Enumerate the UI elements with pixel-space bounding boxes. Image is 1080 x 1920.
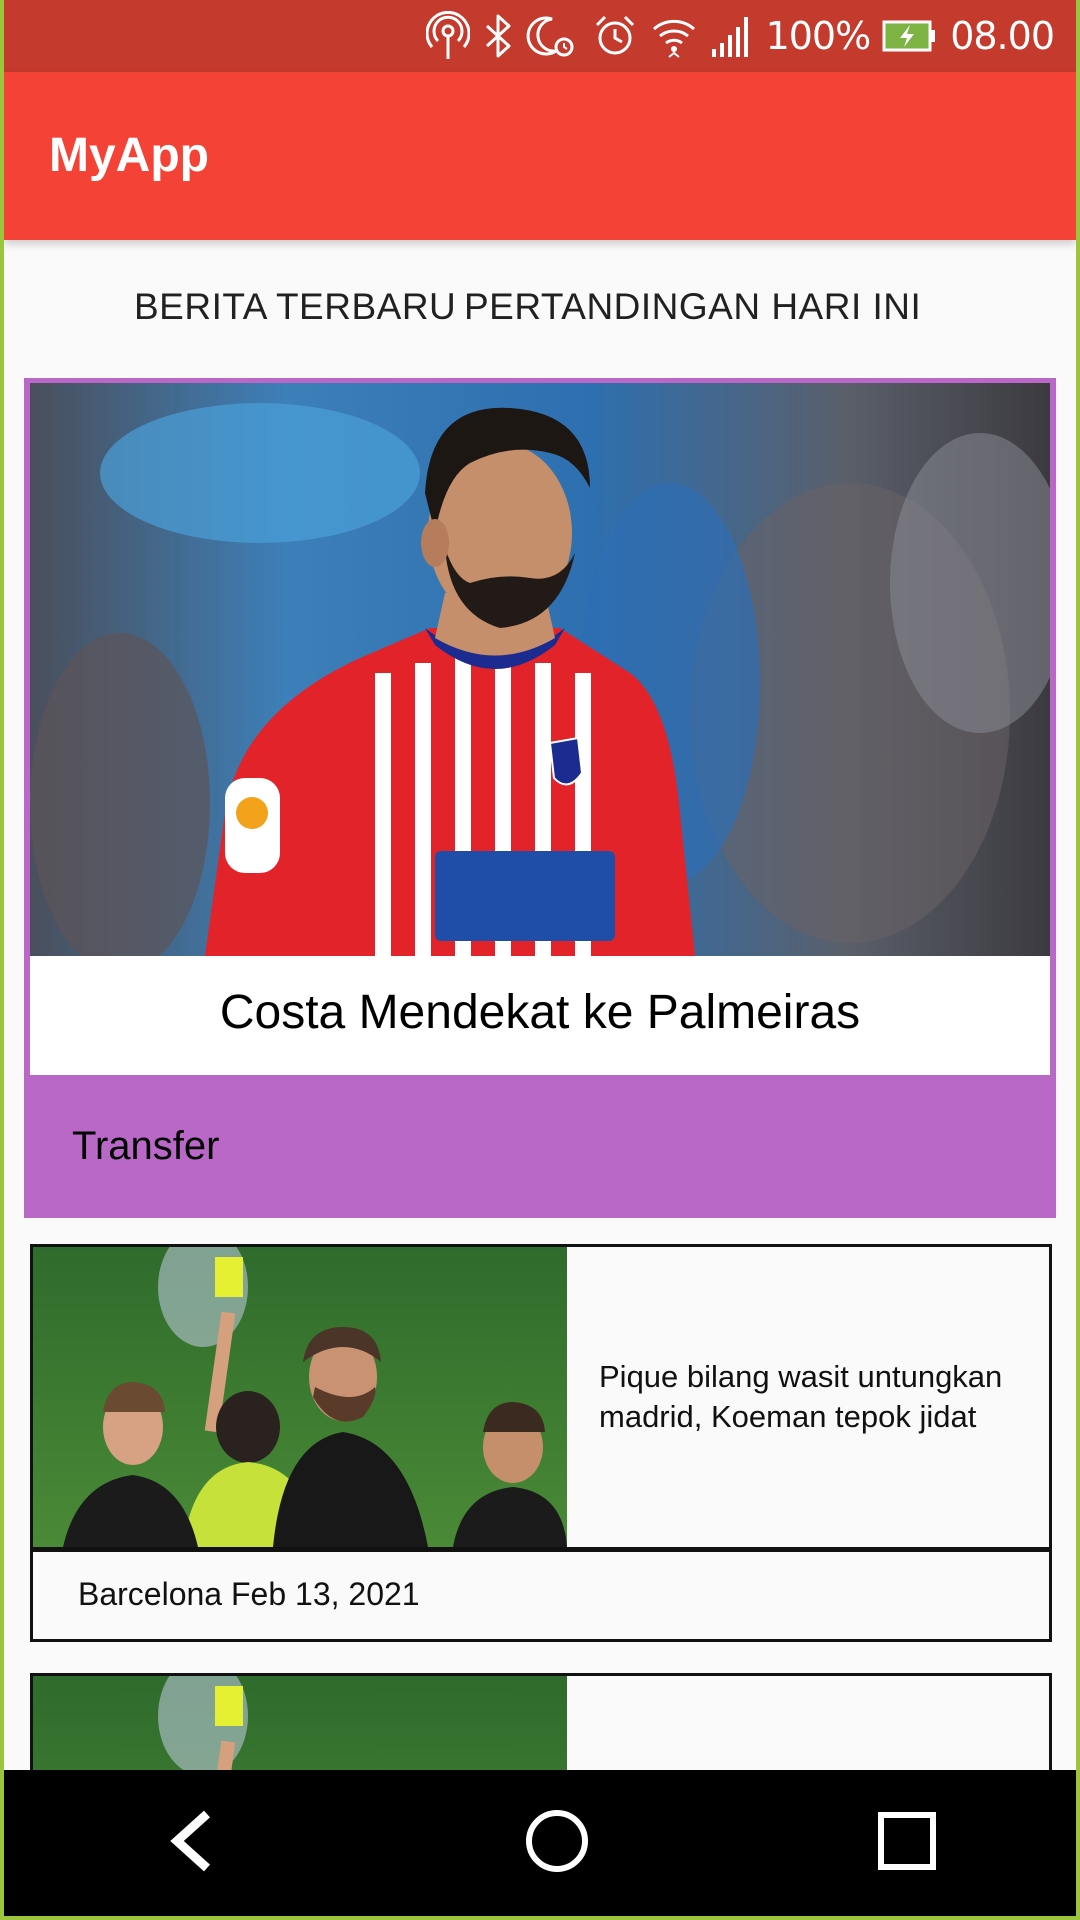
- featured-card-body: Costa Mendekat ke Palmeiras: [30, 383, 1050, 1075]
- alarm-icon: [592, 13, 638, 59]
- featured-title: Costa Mendekat ke Palmeiras: [219, 986, 861, 1039]
- do-not-disturb-icon: [526, 13, 580, 59]
- clock: 08.00: [950, 14, 1055, 58]
- signal-icon: [710, 13, 754, 59]
- status-bar: 100% 08.00: [4, 0, 1076, 72]
- recent-apps-icon: [875, 1809, 939, 1878]
- back-button[interactable]: [119, 1770, 265, 1916]
- tab-berita-terbaru[interactable]: BERITA TERBARU: [134, 240, 456, 374]
- recent-apps-button[interactable]: [834, 1770, 980, 1916]
- home-button[interactable]: [484, 1770, 630, 1916]
- news-list-item[interactable]: Pique bilang wasit untungkan madrid, Koe…: [30, 1244, 1052, 1642]
- battery-percent: 100%: [765, 14, 872, 58]
- wifi-icon: [650, 13, 698, 59]
- app-title: MyApp: [49, 129, 209, 182]
- bluetooth-icon: [482, 13, 514, 59]
- featured-category-label: Transfer: [72, 1124, 220, 1168]
- home-icon: [522, 1806, 592, 1881]
- featured-news-card[interactable]: Costa Mendekat ke Palmeiras Transfer: [24, 378, 1056, 1218]
- news-meta: Barcelona Feb 13, 2021: [78, 1576, 420, 1612]
- featured-image: [30, 383, 1050, 956]
- news-item-top: Pique bilang wasit untungkan madrid, Koe…: [33, 1247, 1049, 1547]
- app-screen: 100% 08.00 MyApp BERITA TERBARU PERTANDI…: [4, 0, 1076, 1916]
- news-headline: Pique bilang wasit untungkan madrid, Koe…: [599, 1359, 1003, 1434]
- news-image: [33, 1247, 567, 1547]
- status-icons: 100% 08.00: [425, 0, 1055, 72]
- hotspot-icon: [425, 11, 470, 61]
- tab-pertandingan-hari-ini[interactable]: PERTANDINGAN HARI INI: [464, 240, 921, 374]
- battery-charging-icon: [882, 19, 938, 53]
- back-icon: [162, 1806, 222, 1881]
- app-bar: MyApp: [4, 72, 1076, 240]
- navigation-bar: [4, 1770, 1076, 1916]
- tab-bar: BERITA TERBARU PERTANDINGAN HARI INI: [4, 240, 1076, 374]
